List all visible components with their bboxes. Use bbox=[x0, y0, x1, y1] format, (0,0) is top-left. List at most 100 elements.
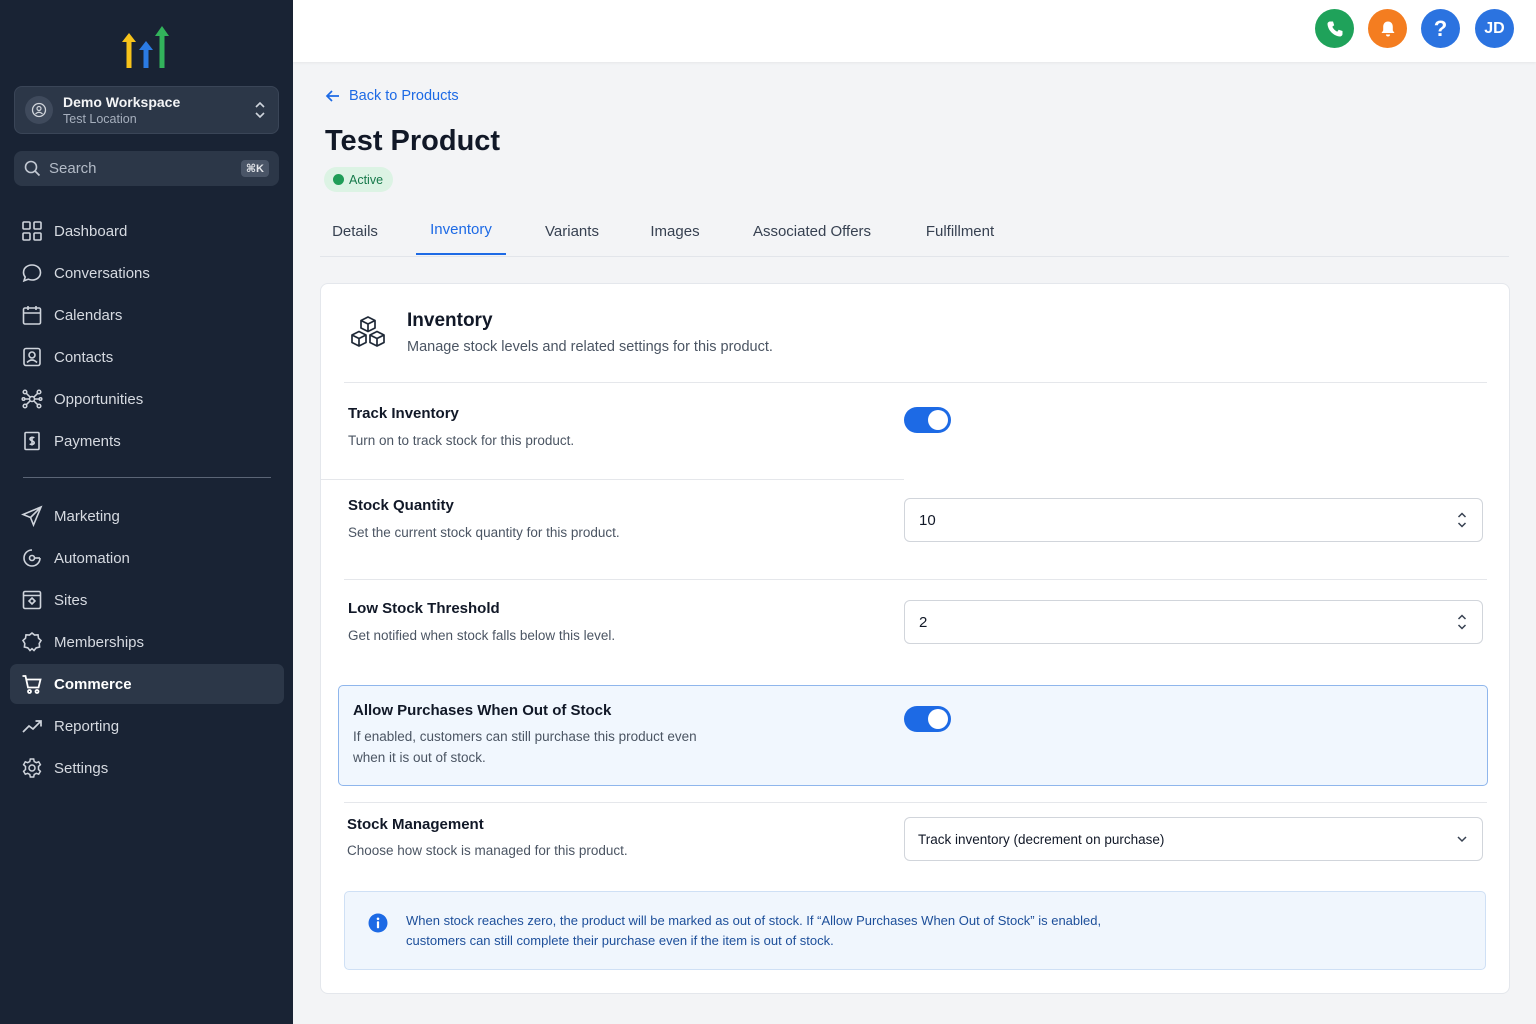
allow-oos-toggle[interactable] bbox=[904, 706, 951, 732]
low-stock-threshold-input[interactable]: 2 bbox=[904, 600, 1483, 644]
send-icon bbox=[21, 505, 43, 527]
divider bbox=[321, 479, 904, 480]
back-link-label: Back to Products bbox=[349, 88, 459, 104]
help-button[interactable]: ? bbox=[1421, 9, 1460, 48]
allow-oos-desc-line1: If enabled, customers can still purchase… bbox=[353, 729, 697, 744]
stock-quantity-title: Stock Quantity bbox=[348, 497, 454, 514]
user-avatar[interactable]: JD bbox=[1475, 9, 1514, 48]
search-box[interactable]: Search ⌘K bbox=[14, 151, 279, 186]
sidebar-item-label: Settings bbox=[54, 759, 109, 777]
status-dot-icon bbox=[333, 174, 344, 185]
allow-oos-title: Allow Purchases When Out of Stock bbox=[353, 702, 612, 719]
sidebar-item-label: Sites bbox=[54, 591, 88, 609]
browser-icon bbox=[22, 590, 42, 610]
sidebar: Demo Workspace Test Location Search ⌘K D… bbox=[0, 0, 293, 1024]
divider bbox=[344, 802, 1487, 803]
allow-oos-desc-line2: when it is out of stock. bbox=[353, 750, 486, 765]
automation-icon bbox=[23, 549, 41, 567]
low-stock-threshold-value: 2 bbox=[919, 613, 928, 631]
sidebar-item-label: Commerce bbox=[54, 675, 132, 693]
sidebar-item-label: Automation bbox=[54, 549, 130, 567]
phone-button[interactable] bbox=[1315, 9, 1354, 48]
stock-management-value: Track inventory (decrement on purchase) bbox=[918, 831, 1165, 847]
info-callout: When stock reaches zero, the product wil… bbox=[344, 891, 1486, 970]
sidebar-item-label: Marketing bbox=[54, 507, 120, 525]
tab-variants[interactable]: Variants bbox=[532, 206, 612, 256]
notifications-button[interactable] bbox=[1368, 9, 1407, 48]
sidebar-item-label: Opportunities bbox=[54, 390, 144, 408]
avatar-initials: JD bbox=[1484, 19, 1505, 37]
stepper-icon[interactable] bbox=[1456, 509, 1468, 531]
sidebar-item-opportunities[interactable]: Opportunities bbox=[10, 379, 284, 419]
status-badge: Active bbox=[324, 167, 394, 192]
bell-icon bbox=[1381, 21, 1394, 36]
sidebar-item-reporting[interactable]: Reporting bbox=[10, 706, 284, 746]
sidebar-item-label: Reporting bbox=[54, 717, 120, 735]
app-logo[interactable] bbox=[120, 22, 172, 70]
stock-management-desc: Choose how stock is managed for this pro… bbox=[347, 843, 628, 858]
workspace-name: Demo Workspace bbox=[63, 94, 181, 110]
search-icon bbox=[24, 160, 41, 177]
sidebar-item-settings[interactable]: Settings bbox=[10, 748, 284, 788]
sidebar-item-label: Memberships bbox=[54, 633, 145, 651]
sidebar-item-sites[interactable]: Sites bbox=[10, 580, 284, 620]
help-icon: ? bbox=[1433, 15, 1448, 41]
sidebar-item-memberships[interactable]: Memberships bbox=[10, 622, 284, 662]
tab-inventory[interactable]: Inventory bbox=[416, 206, 506, 255]
tab-details[interactable]: Details bbox=[320, 206, 390, 256]
workspace-location: Test Location bbox=[63, 112, 137, 126]
sidebar-item-contacts[interactable]: Contacts bbox=[10, 337, 284, 377]
search-placeholder: Search bbox=[49, 160, 97, 177]
phone-icon bbox=[1327, 21, 1342, 36]
chat-bubble-icon bbox=[22, 264, 42, 283]
divider bbox=[344, 382, 1487, 383]
calendar-icon bbox=[22, 306, 42, 325]
sidebar-item-automation[interactable]: Automation bbox=[10, 538, 284, 578]
receipt-icon bbox=[24, 431, 40, 451]
low-stock-desc: Get notified when stock falls below this… bbox=[348, 628, 616, 643]
page-title: Test Product bbox=[325, 125, 501, 157]
contact-card-icon bbox=[23, 347, 41, 367]
nav-primary: Dashboard Conversations Calendars Contac… bbox=[10, 211, 284, 463]
info-text-line2: customers can still complete their purch… bbox=[406, 933, 834, 948]
sidebar-item-label: Payments bbox=[54, 432, 121, 450]
tab-associated-offers[interactable]: Associated Offers bbox=[738, 206, 886, 256]
info-icon bbox=[368, 913, 388, 933]
card-title: Inventory bbox=[407, 310, 493, 331]
boxes-icon bbox=[351, 316, 385, 347]
stock-quantity-desc: Set the current stock quantity for this … bbox=[348, 525, 620, 540]
sidebar-item-label: Calendars bbox=[54, 306, 123, 324]
tab-images[interactable]: Images bbox=[638, 206, 712, 256]
sidebar-item-payments[interactable]: Payments bbox=[10, 421, 284, 461]
stepper-icon[interactable] bbox=[1456, 611, 1468, 633]
track-inventory-title: Track Inventory bbox=[348, 405, 459, 422]
arrow-left-icon bbox=[325, 90, 339, 102]
tab-fulfillment[interactable]: Fulfillment bbox=[912, 206, 1008, 256]
chevron-updown-icon bbox=[255, 101, 265, 119]
chevron-down-icon bbox=[1457, 836, 1467, 843]
back-to-products-link[interactable]: Back to Products bbox=[325, 88, 459, 104]
trend-icon bbox=[22, 720, 42, 733]
search-shortcut: ⌘K bbox=[240, 160, 269, 177]
sidebar-item-marketing[interactable]: Marketing bbox=[10, 496, 284, 536]
network-icon bbox=[21, 389, 43, 409]
status-label: Active bbox=[349, 172, 384, 187]
sidebar-divider bbox=[23, 477, 271, 478]
badge-icon bbox=[21, 631, 43, 652]
nav-secondary: Marketing Automation Sites Memberships C… bbox=[10, 496, 284, 790]
low-stock-title: Low Stock Threshold bbox=[348, 600, 500, 617]
workspace-switcher[interactable]: Demo Workspace Test Location bbox=[14, 86, 279, 134]
sidebar-item-calendars[interactable]: Calendars bbox=[10, 295, 284, 335]
track-inventory-toggle[interactable] bbox=[904, 407, 951, 433]
sidebar-item-commerce[interactable]: Commerce bbox=[10, 664, 284, 704]
sidebar-item-conversations[interactable]: Conversations bbox=[10, 253, 284, 293]
sidebar-item-dashboard[interactable]: Dashboard bbox=[10, 211, 284, 251]
stock-quantity-input[interactable]: 10 bbox=[904, 498, 1483, 542]
grid-icon bbox=[22, 221, 42, 241]
stock-quantity-value: 10 bbox=[919, 511, 936, 529]
stock-management-select[interactable]: Track inventory (decrement on purchase) bbox=[904, 817, 1483, 861]
sidebar-item-label: Dashboard bbox=[54, 222, 128, 240]
top-bar: ? JD bbox=[293, 0, 1536, 62]
inventory-card: Inventory Manage stock levels and relate… bbox=[320, 283, 1510, 994]
sidebar-item-label: Conversations bbox=[54, 264, 150, 282]
